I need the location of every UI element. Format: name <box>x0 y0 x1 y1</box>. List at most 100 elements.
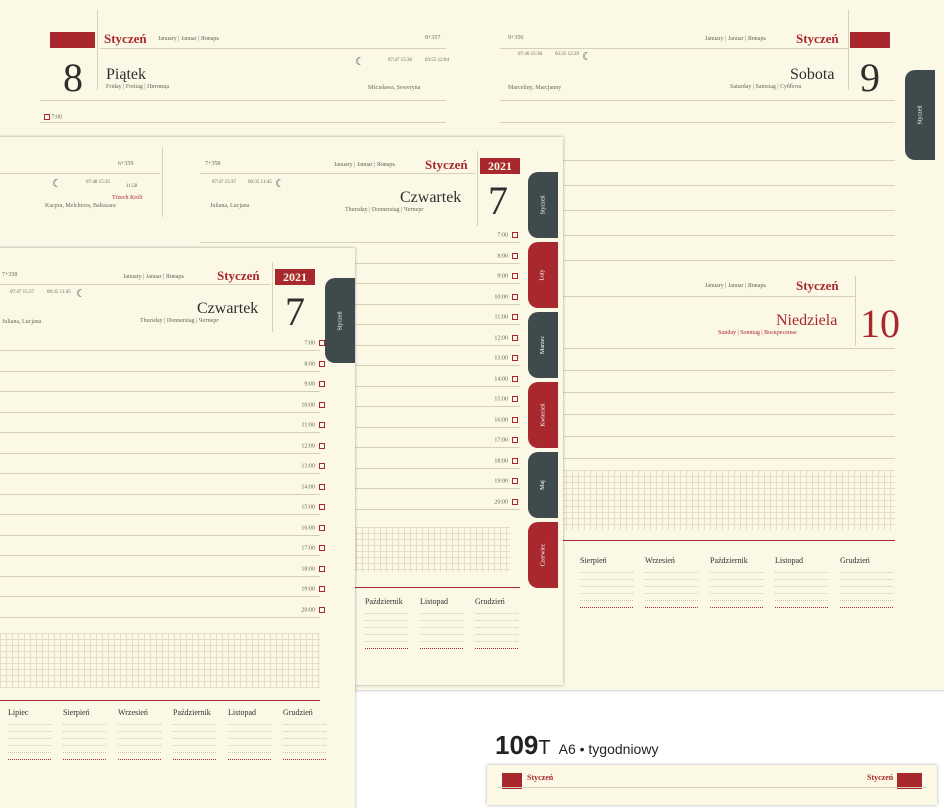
mini-month-week <box>365 621 408 628</box>
mini-month-week <box>283 746 326 753</box>
product-suffix: T <box>538 737 551 759</box>
checkbox-icon[interactable] <box>319 422 325 428</box>
mini-month-week <box>840 580 893 587</box>
checkbox-icon[interactable] <box>319 524 325 531</box>
hour-line <box>0 411 320 413</box>
checkbox-icon[interactable] <box>512 416 518 423</box>
checkbox-icon[interactable] <box>319 360 325 367</box>
checkbox-icon[interactable] <box>512 293 518 300</box>
checkbox-icon[interactable] <box>319 401 325 408</box>
checkbox-icon[interactable] <box>319 483 325 490</box>
mini-month: Listopad <box>775 556 828 608</box>
checkbox-icon[interactable] <box>512 232 518 238</box>
mini-month-week <box>710 594 763 601</box>
mini-month-week <box>8 725 51 732</box>
hour-label: 13:00 <box>494 355 518 361</box>
month-label: Styczeń <box>104 31 147 46</box>
mini-month-week <box>365 614 408 621</box>
checkbox-icon[interactable] <box>319 504 325 510</box>
month-tab-0[interactable]: Styczeń <box>528 172 558 238</box>
month-tab-label: Marzec <box>540 336 546 354</box>
checkbox-icon[interactable] <box>512 498 518 505</box>
hour-label: 16:00 <box>301 524 325 531</box>
mini-month-week <box>580 580 633 587</box>
mini-month-week <box>118 739 161 746</box>
mini-month-week <box>63 746 106 753</box>
checkbox-icon[interactable] <box>512 437 518 443</box>
hour-text: 14:00 <box>494 375 508 382</box>
mini-month-week <box>710 587 763 594</box>
mini-month-week <box>8 718 51 725</box>
hour-line <box>0 596 320 597</box>
mini-month-week <box>475 642 518 649</box>
hour-label: 17:00 <box>301 545 325 551</box>
checkbox-icon[interactable] <box>319 442 325 449</box>
hour-label: 17:00 <box>494 437 518 443</box>
hour-line <box>0 473 320 474</box>
mini-month-week <box>118 732 161 739</box>
hour-line <box>0 432 320 433</box>
hour-label: 8:00 <box>304 360 325 367</box>
hour-text: 19:00 <box>494 478 508 485</box>
mini-month-week <box>645 580 698 587</box>
checkbox-icon[interactable] <box>319 586 325 592</box>
checkbox-icon[interactable] <box>512 457 518 464</box>
checkbox-icon[interactable] <box>512 273 518 279</box>
month-tab[interactable]: Styczeń <box>905 70 935 160</box>
mini-month-week <box>63 725 106 732</box>
mini-month-week <box>8 739 51 746</box>
mini-month-week <box>228 739 271 746</box>
month-tab-2[interactable]: Marzec <box>528 312 558 378</box>
mini-month: Sierpień <box>63 709 106 760</box>
hour-label: 16:00 <box>494 416 518 423</box>
checkbox-icon[interactable] <box>319 381 325 387</box>
checkbox-icon[interactable] <box>512 334 518 341</box>
checkbox-icon[interactable] <box>512 396 518 402</box>
mini-month: Grudzień <box>475 598 518 649</box>
hour-text: 15:00 <box>301 504 315 511</box>
mini-month-name: Październik <box>173 708 211 717</box>
front-planner-page: 7+358 January | Januar | Январь Styczeń … <box>0 248 355 808</box>
mini-month-name: Grudzień <box>283 708 313 717</box>
mini-month-week <box>63 718 106 725</box>
mini-month-week <box>775 587 828 594</box>
mini-month-week <box>283 725 326 732</box>
hour-line <box>0 616 320 618</box>
mini-month-week <box>365 607 408 614</box>
month-tab-label: Maj <box>539 480 546 490</box>
checkbox-icon[interactable] <box>319 606 325 613</box>
moon-phase-icon: ☾ <box>582 51 592 63</box>
hour-label: 14:00 <box>494 375 518 382</box>
checkbox-icon[interactable] <box>512 314 518 320</box>
checkbox-icon[interactable] <box>319 340 325 346</box>
hour-text: 18:00 <box>494 457 508 464</box>
hour-text: 17:00 <box>301 545 315 552</box>
checkbox-icon[interactable] <box>319 565 325 572</box>
day-name: Sobota <box>790 66 835 83</box>
mini-month-week <box>710 580 763 587</box>
mini-month-week <box>645 566 698 573</box>
hour-line <box>0 534 320 536</box>
month-label: Styczeń <box>796 278 839 293</box>
mini-month-week <box>420 607 463 614</box>
month-tab-3[interactable]: Kwiecień <box>528 382 558 448</box>
checkbox-icon[interactable] <box>319 463 325 469</box>
checkbox-icon[interactable] <box>512 375 518 382</box>
product-code: 109 <box>495 730 539 760</box>
month-tab-1[interactable]: Luty <box>528 242 558 308</box>
checkbox-icon[interactable] <box>512 478 518 484</box>
hour-text: 7:00 <box>304 340 315 347</box>
mini-month-week <box>173 725 216 732</box>
checkbox-icon[interactable] <box>319 545 325 551</box>
day-name-alt: Sunday | Sonntag | Воскресенье <box>718 330 797 336</box>
checkbox-icon[interactable] <box>512 355 518 361</box>
hour-label: 15:00 <box>301 504 325 510</box>
checkbox-icon[interactable] <box>512 252 518 259</box>
mini-month-name: Listopad <box>775 556 803 565</box>
month-tab-4[interactable]: Maj <box>528 452 558 518</box>
month-tab-5[interactable]: Czerwiec <box>528 522 558 588</box>
hour-text: 12:00 <box>494 334 508 341</box>
mini-month-week <box>580 594 633 601</box>
mini-month-week <box>365 642 408 649</box>
mini-month-week <box>228 753 271 760</box>
